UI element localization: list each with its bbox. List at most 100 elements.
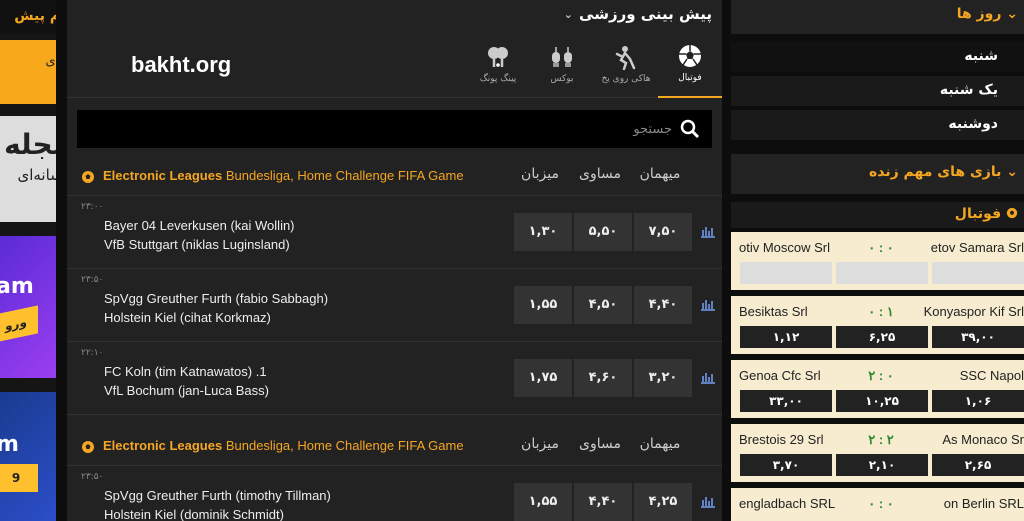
live-match[interactable]: on Berlin SRL ۰ : ۰ engladbach SRL (731, 488, 1024, 521)
days-title: روز ها (956, 6, 1002, 22)
tab-boxing-label: بوکس (550, 74, 574, 84)
odd-away-button[interactable]: ۴,۴۰ (634, 286, 692, 324)
live-match-teams: As Monaco Sr ۲ : ۲ Brestois 29 Srl (731, 424, 1024, 454)
league-group: Electronic Leagues Bundesliga, Home Chal… (67, 428, 722, 521)
live-home-team: Konyaspor Kif Srl (923, 304, 1024, 319)
live-odd-button[interactable] (836, 262, 928, 284)
page: فرم پیش برای مجله رسانه‌ای am ورو m 9 پی… (0, 0, 1024, 521)
live-odd-button[interactable]: ۳۳,۰۰ (740, 390, 832, 412)
ad-banner-3-button[interactable]: ورو (0, 305, 38, 343)
league-name: Electronic Leagues Bundesliga, Home Chal… (103, 168, 464, 183)
live-games-header[interactable]: ⌄ بازی های مهم زنده (731, 154, 1024, 194)
search-input[interactable]: جستجو (633, 122, 672, 137)
search-bar[interactable]: جستجو (77, 110, 712, 148)
odd-home-button[interactable]: ۱,۷۵ (514, 359, 572, 397)
live-odds: ۱,۰۶ ۱۰,۲۵ ۳۳,۰۰ (731, 390, 1024, 416)
column-home: میزبان (521, 436, 559, 452)
team-2: VfL Bochum (jan-Luca Bass) (104, 383, 269, 398)
live-match[interactable]: SSC Napol ۲ : ۰ Genoa Cfc Srl ۱,۰۶ ۱۰,۲۵… (731, 360, 1024, 418)
live-odd-button[interactable] (740, 262, 832, 284)
odd-draw-button[interactable]: ۴,۵۰ (574, 286, 632, 324)
ad-banner-1[interactable]: برای (0, 40, 56, 104)
ad-banner-4[interactable]: m 9 (0, 392, 56, 521)
odd-home-button[interactable]: ۱,۵۵ (514, 483, 572, 521)
ad-banner-3[interactable]: am ورو (0, 236, 56, 378)
site-logo[interactable]: bakht.org (131, 52, 231, 78)
team-1: SpVgg Greuther Furth (timothy Tillman) (104, 488, 331, 503)
live-score: ۲ : ۲ (868, 432, 894, 447)
live-odd-button[interactable]: ۲,۱۰ (836, 454, 928, 476)
live-odd-button[interactable]: ۱,۱۲ (740, 326, 832, 348)
day-item-saturday[interactable]: شنبه (731, 42, 1024, 72)
odd-home-button[interactable]: ۱,۵۵ (514, 286, 572, 324)
live-match[interactable]: As Monaco Sr ۲ : ۲ Brestois 29 Srl ۲,۶۵ … (731, 424, 1024, 482)
live-away-team: engladbach SRL (739, 496, 836, 511)
live-score: ۲ : ۰ (868, 368, 894, 383)
live-match-teams: Konyaspor Kif Srl ۰ : ۱ Besiktas Srl (731, 296, 1024, 326)
tab-boxing[interactable]: بوکس (530, 30, 594, 98)
tab-ping-pong[interactable]: پینگ پونگ (466, 30, 530, 98)
tab-ice-hockey[interactable]: هاکی روی یخ (594, 30, 658, 98)
boxing-gloves-icon (552, 47, 572, 67)
odd-draw-button[interactable]: ۴,۶۰ (574, 359, 632, 397)
league-name-rest: Bundesliga, Home Challenge FIFA Game (222, 438, 464, 453)
live-odd-button[interactable]: ۱۰,۲۵ (836, 390, 928, 412)
stats-icon[interactable] (700, 297, 716, 311)
live-odd-button[interactable]: ۳۹,۰۰ (932, 326, 1024, 348)
live-match[interactable]: Konyaspor Kif Srl ۰ : ۱ Besiktas Srl ۳۹,… (731, 296, 1024, 354)
tab-football[interactable]: فوتبال (658, 30, 722, 98)
team-2: Holstein Kiel (dominik Schmidt) (104, 507, 284, 521)
odds-buttons: ۳,۲۰ ۴,۶۰ ۱,۷۵ (514, 359, 692, 397)
match-time: ۲۳:۵۰ (81, 275, 104, 285)
column-home: میزبان (521, 166, 559, 182)
day-item-sunday[interactable]: یک شنبه (731, 76, 1024, 106)
chevron-down-icon: ⌄ (1006, 6, 1018, 22)
live-odd-button[interactable]: ۲,۶۵ (932, 454, 1024, 476)
league-header: Electronic Leagues Bundesliga, Home Chal… (67, 428, 722, 466)
match-row: ۲۳:۰۰ Bayer 04 Leverkusen (kai Wollin) V… (67, 196, 722, 269)
league-group: Electronic Leagues Bundesliga, Home Chal… (67, 158, 722, 415)
odd-home-button[interactable]: ۱,۳۰ (514, 213, 572, 251)
live-odds (731, 262, 1024, 288)
ad-banner-2[interactable]: مجله رسانه‌ای (0, 116, 56, 222)
ad-banner-4-title: m (0, 432, 19, 457)
live-score: ۰ : ۰ (868, 240, 894, 255)
live-home-team: SSC Napol (959, 368, 1024, 383)
live-odd-button[interactable] (932, 262, 1024, 284)
stats-icon[interactable] (700, 494, 716, 508)
live-odd-button[interactable]: ۳,۷۰ (740, 454, 832, 476)
live-score: ۰ : ۱ (868, 304, 894, 319)
live-home-team: on Berlin SRL (943, 496, 1024, 511)
live-match-teams: on Berlin SRL ۰ : ۰ engladbach SRL (731, 488, 1024, 518)
league-name-rest: Bundesliga, Home Challenge FIFA Game (222, 168, 464, 183)
stats-icon[interactable] (700, 224, 716, 238)
live-odd-button[interactable]: ۱,۰۶ (932, 390, 1024, 412)
ad-banner-4-button[interactable]: 9 (0, 464, 38, 492)
sport-tabs: فوتبال هاکی روی یخ بوکس پینگ پونگ (466, 30, 722, 98)
live-games-title: بازی های مهم زنده (869, 164, 1002, 180)
sport-label-text: فوتبال (954, 206, 1002, 222)
live-score: ۰ : ۰ (868, 496, 894, 511)
form-link[interactable]: فرم پیش (0, 0, 56, 34)
live-odd-button[interactable]: ۶,۲۵ (836, 326, 928, 348)
days-header[interactable]: ⌄ روز ها (731, 0, 1024, 34)
day-item-monday[interactable]: دوشنبه (731, 110, 1024, 140)
panel-title[interactable]: پیش بینی ورزشی ⌄ (564, 2, 712, 26)
odd-away-button[interactable]: ۳,۲۰ (634, 359, 692, 397)
odds-buttons: ۴,۲۵ ۴,۴۰ ۱,۵۵ (514, 483, 692, 521)
live-away-team: otiv Moscow Srl (739, 240, 831, 255)
right-sidebar: ⌄ روز ها شنبه یک شنبه دوشنبه ⌄ بازی های … (731, 0, 1024, 521)
column-draw: مساوی (579, 436, 621, 452)
live-match[interactable]: etov Samara Srl ۰ : ۰ otiv Moscow Srl (731, 232, 1024, 290)
odd-away-button[interactable]: ۷,۵۰ (634, 213, 692, 251)
stats-icon[interactable] (700, 370, 716, 384)
odd-draw-button[interactable]: ۴,۴۰ (574, 483, 632, 521)
search-icon[interactable] (680, 119, 700, 139)
live-odds: ۳۹,۰۰ ۶,۲۵ ۱,۱۲ (731, 326, 1024, 352)
odd-draw-button[interactable]: ۵,۵۰ (574, 213, 632, 251)
chevron-down-icon: ⌄ (1006, 164, 1018, 180)
odd-away-button[interactable]: ۴,۲۵ (634, 483, 692, 521)
match-time: ۲۲:۱۰ (81, 348, 104, 358)
team-1: FC Koln (tim Katnawatos) .1 (104, 364, 267, 379)
live-match-teams: etov Samara Srl ۰ : ۰ otiv Moscow Srl (731, 232, 1024, 262)
